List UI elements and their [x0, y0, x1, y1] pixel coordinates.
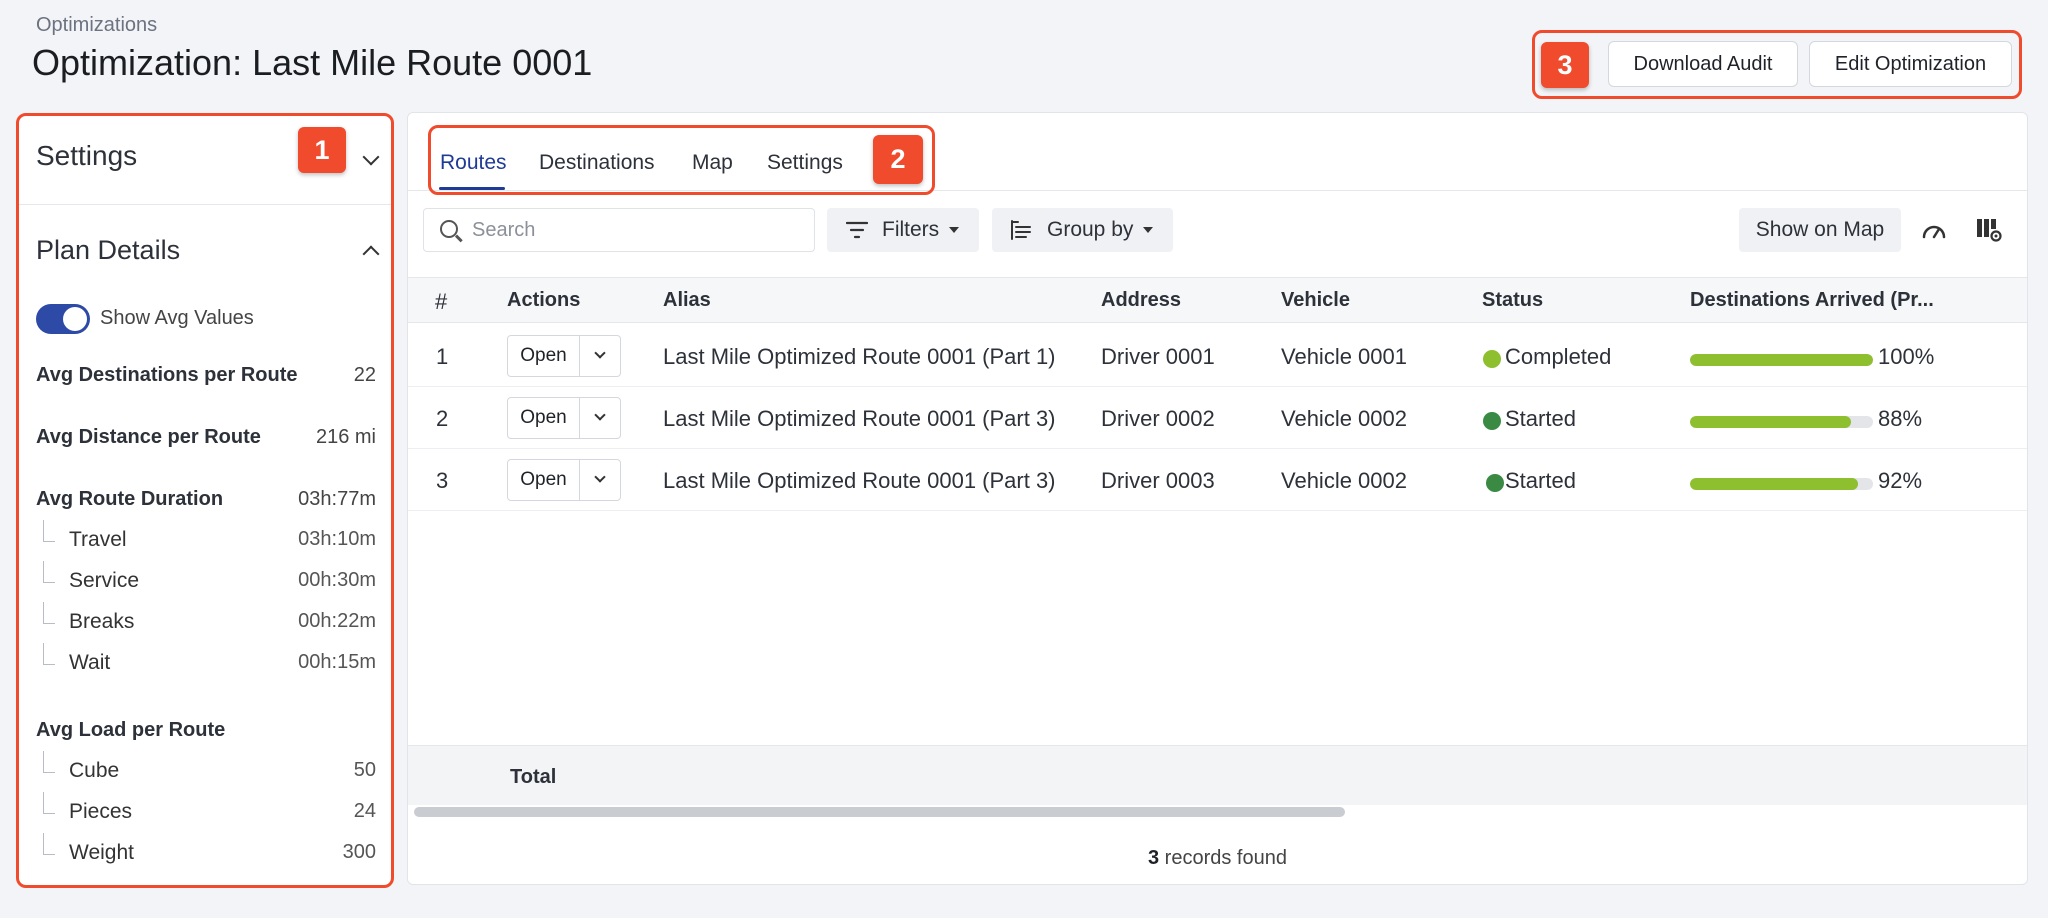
chevron-down-icon: [594, 347, 606, 359]
row-number: 1: [436, 344, 449, 369]
records-found: 3 records found: [408, 847, 2027, 870]
progress-bar: [1690, 354, 1873, 366]
search-icon: [440, 220, 458, 238]
page-title: Optimization: Last Mile Route 0001: [32, 42, 593, 83]
route-address: Driver 0003: [1101, 468, 1215, 493]
show-on-map-button[interactable]: Show on Map: [1739, 208, 1901, 252]
status-dot-icon: [1483, 350, 1501, 368]
table-row[interactable]: 2 Open Last Mile Optimized Route 0001 (P…: [408, 387, 2027, 449]
table-header: # Actions Alias Address Vehicle Status D…: [408, 277, 2027, 323]
filters-label: Filters: [882, 218, 940, 241]
total-label: Total: [510, 766, 557, 788]
breadcrumb[interactable]: Optimizations: [36, 14, 157, 37]
group-by-button[interactable]: Group by: [992, 208, 1173, 252]
totals-row: Total: [408, 745, 2027, 805]
col-vehicle[interactable]: Vehicle: [1281, 289, 1350, 312]
callout-badge-1: 1: [298, 127, 346, 173]
open-dropdown-button[interactable]: [579, 335, 621, 377]
horizontal-scrollbar[interactable]: [414, 807, 1345, 817]
search-input[interactable]: [472, 209, 802, 251]
progress-bar: [1690, 478, 1873, 490]
col-actions[interactable]: Actions: [507, 289, 580, 312]
table-row[interactable]: 3 Open Last Mile Optimized Route 0001 (P…: [408, 449, 2027, 511]
callout-box-2: [428, 125, 935, 195]
route-alias: Last Mile Optimized Route 0001 (Part 1): [663, 344, 1056, 369]
route-vehicle: Vehicle 0002: [1281, 406, 1407, 431]
edit-optimization-button[interactable]: Edit Optimization: [1809, 41, 2012, 87]
caret-down-icon: [949, 227, 960, 233]
progress-fill: [1690, 416, 1852, 428]
caret-down-icon: [1143, 227, 1154, 233]
group-by-icon: [1011, 220, 1031, 240]
chevron-down-icon: [594, 471, 606, 483]
route-status: Started: [1505, 406, 1576, 431]
open-route-button[interactable]: Open: [507, 335, 580, 377]
route-status: Started: [1505, 468, 1576, 493]
col-destinations-arrived[interactable]: Destinations Arrived (Pr...: [1690, 289, 1934, 312]
progress-bar: [1690, 416, 1873, 428]
open-dropdown-button[interactable]: [579, 397, 621, 439]
row-number: 3: [436, 468, 449, 493]
route-alias: Last Mile Optimized Route 0001 (Part 3): [663, 406, 1056, 431]
progress-fill: [1690, 478, 1859, 490]
route-alias: Last Mile Optimized Route 0001 (Part 3): [663, 468, 1056, 493]
progress-label: 100%: [1878, 344, 1935, 369]
callout-box-1: [16, 113, 394, 888]
col-number[interactable]: #: [435, 289, 447, 315]
col-alias[interactable]: Alias: [663, 289, 711, 312]
column-settings-icon[interactable]: [1976, 217, 2002, 243]
progress-label: 92%: [1878, 468, 1923, 493]
search-box[interactable]: [423, 208, 815, 252]
col-status[interactable]: Status: [1482, 289, 1543, 312]
group-by-label: Group by: [1047, 218, 1134, 241]
filter-icon: [846, 221, 868, 239]
route-address: Driver 0001: [1101, 344, 1215, 369]
route-vehicle: Vehicle 0001: [1281, 344, 1407, 369]
records-count: 3: [1148, 847, 1160, 869]
status-dot-icon: [1483, 412, 1501, 430]
open-route-button[interactable]: Open: [507, 459, 580, 501]
gauge-icon[interactable]: [1921, 219, 1947, 241]
callout-badge-3: 3: [1541, 42, 1589, 88]
download-audit-button[interactable]: Download Audit: [1608, 41, 1798, 87]
status-dot-icon: [1486, 474, 1504, 492]
table-row[interactable]: 1 Open Last Mile Optimized Route 0001 (P…: [408, 325, 2027, 387]
records-text: records found: [1159, 847, 1287, 869]
callout-badge-2: 2: [873, 135, 923, 184]
routes-panel: Routes Destinations Map Settings Filters…: [407, 112, 2028, 885]
row-number: 2: [436, 406, 449, 431]
filters-button[interactable]: Filters: [827, 208, 979, 252]
col-address[interactable]: Address: [1101, 289, 1181, 312]
open-route-button[interactable]: Open: [507, 397, 580, 439]
route-address: Driver 0002: [1101, 406, 1215, 431]
chevron-down-icon: [594, 409, 606, 421]
route-status: Completed: [1505, 344, 1612, 369]
route-vehicle: Vehicle 0002: [1281, 468, 1407, 493]
progress-fill: [1690, 354, 1873, 366]
progress-label: 88%: [1878, 406, 1923, 431]
open-dropdown-button[interactable]: [579, 459, 621, 501]
